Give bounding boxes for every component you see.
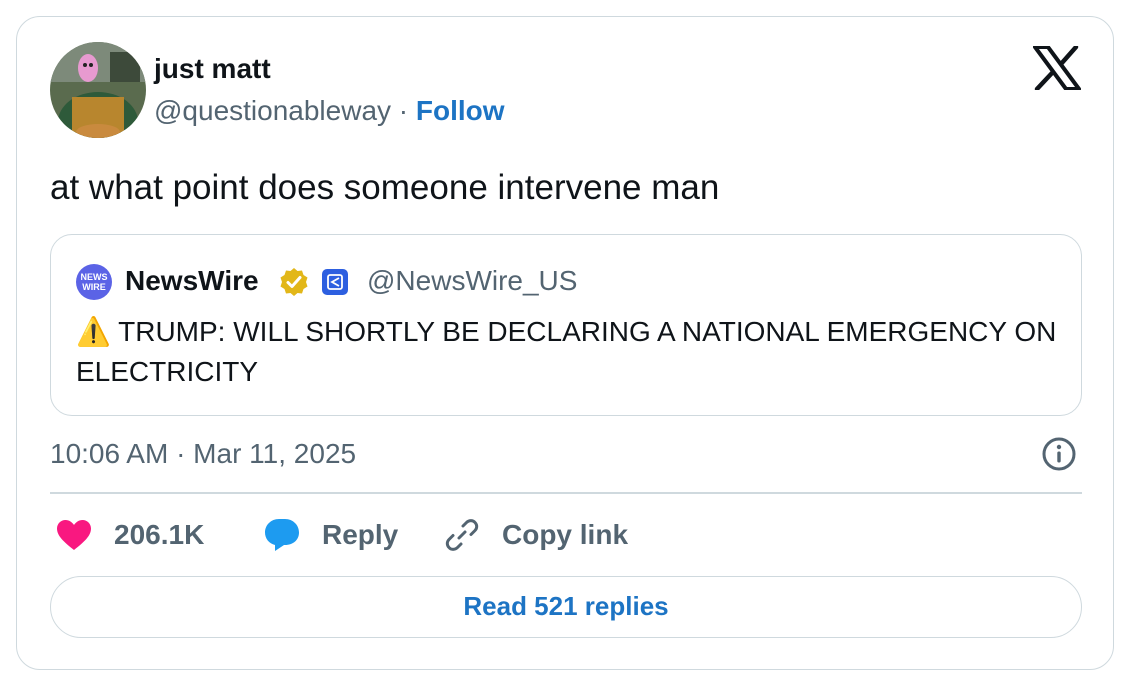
reply-bubble-icon [265, 519, 299, 551]
quoted-handle[interactable]: @NewsWire_US [367, 265, 577, 297]
quoted-avatar[interactable]: NEWS WIRE [76, 264, 112, 300]
copy-link-button[interactable]: Copy link [444, 515, 628, 555]
tweet-timestamp[interactable]: 10:06 AM · Mar 11, 2025 [50, 437, 356, 471]
author-handle[interactable]: @questionableway [154, 95, 391, 126]
x-logo-icon[interactable] [1033, 44, 1081, 92]
follow-button[interactable]: Follow [416, 95, 505, 126]
heart-icon [57, 520, 91, 550]
verified-badge-icon [278, 266, 310, 298]
author-avatar[interactable] [50, 42, 146, 138]
author-display-name[interactable]: just matt [154, 53, 271, 85]
affiliate-badge-icon [322, 269, 348, 295]
quoted-avatar-text-2: WIRE [82, 282, 106, 292]
like-count: 206.1K [114, 519, 205, 550]
link-icon [445, 519, 479, 551]
read-replies-button[interactable]: Read 521 replies [50, 576, 1082, 638]
divider [50, 492, 1082, 494]
tweet-text: at what point does someone intervene man [50, 168, 720, 207]
copy-link-label: Copy link [502, 519, 629, 550]
separator: · [391, 95, 416, 126]
quoted-tweet[interactable]: NEWS WIRE NewsWire @NewsWire_US ⚠️ TRUMP… [50, 234, 1082, 416]
quoted-text: ⚠️ TRUMP: WILL SHORTLY BE DECLARING A NA… [76, 316, 1057, 387]
like-button[interactable]: 206.1K [56, 515, 204, 555]
reply-label: Reply [322, 519, 399, 550]
info-icon[interactable] [1041, 436, 1077, 472]
quoted-avatar-text-1: NEWS [80, 272, 108, 282]
author-handle-line: @questionableway · Follow [154, 95, 505, 127]
quoted-display-name[interactable]: NewsWire [125, 265, 259, 297]
reply-button[interactable]: Reply [264, 515, 398, 555]
